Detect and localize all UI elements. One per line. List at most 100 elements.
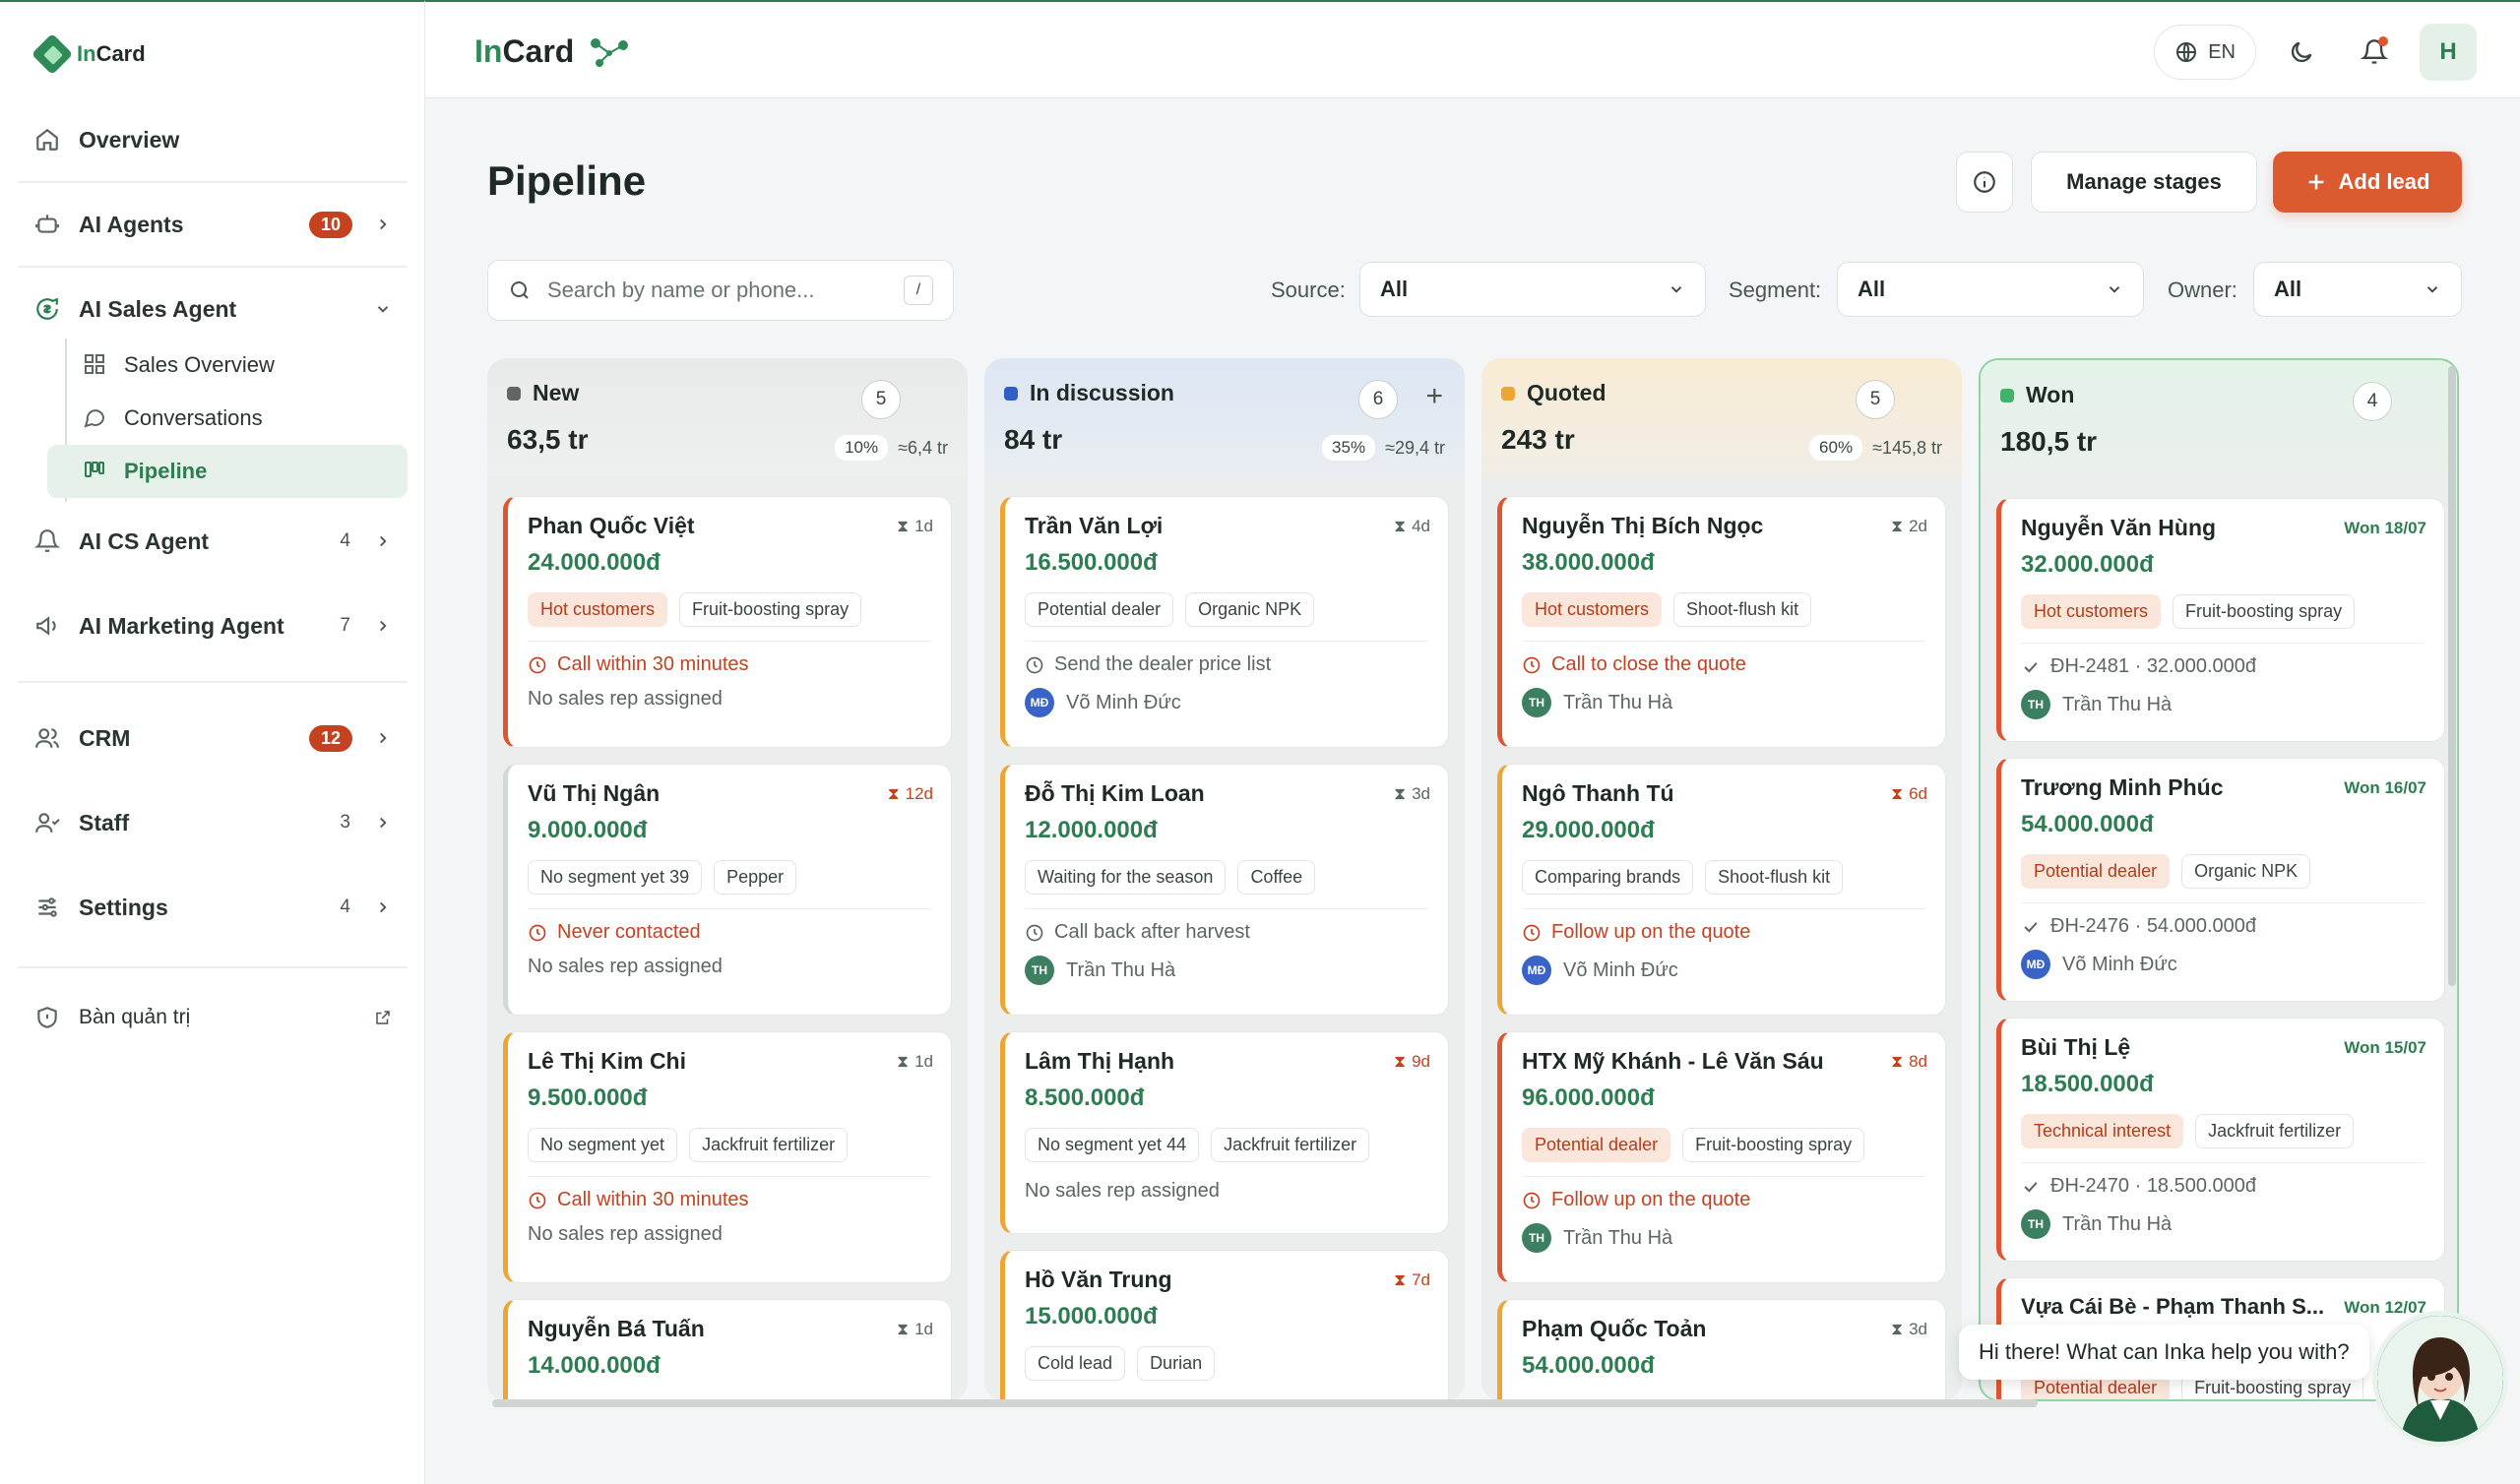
lead-tag: Hot customers [1522,592,1663,627]
lead-card[interactable]: Phan Quốc Việt ⧗ 1d 24.000.000đ Hot custo… [503,496,952,748]
won-card[interactable]: Bùi Thị Lệ Won 15/07 18.500.000đ Technic… [1996,1018,2445,1262]
board-scrollbar[interactable] [492,1399,2038,1407]
source-value: All [1380,277,1409,301]
segment-label: Segment: [1729,278,1822,302]
lead-amount: 18.500.000đ [2021,1071,2154,1097]
sidebar-item-sales-overview[interactable]: Sales Overview [18,339,408,392]
sidebar-item-overview[interactable]: Overview [18,110,408,169]
lead-card[interactable]: Hồ Văn Trung ⧗ 7d 15.000.000đ Cold lead Du… [1000,1250,1449,1401]
sidebar-item-label: AI Agents [79,211,184,237]
won-card[interactable]: Nguyễn Văn Hùng Won 18/07 32.000.000đ Ho… [1996,498,2445,742]
owner-avatar: TH [1025,956,1054,985]
column-title: Won [2026,382,2075,407]
lead-age: ⧗ 2d [1891,517,1927,536]
next-action: Call within 30 minutes [528,1189,931,1211]
search-input[interactable]: Search by name or phone... / [487,260,954,321]
language-button[interactable]: EN [2154,25,2256,80]
lead-amount: 54.000.000đ [2021,811,2154,837]
sidebar-item-conversations[interactable]: Conversations [18,392,408,445]
order-info: ĐH-2476 · 54.000.000đ [2021,915,2425,938]
brand-logo[interactable]: InCard [474,33,631,70]
sidebar-item-crm[interactable]: CRM 12 [18,709,408,768]
owner-avatar: MĐ [1522,956,1551,985]
owner-select[interactable]: All [2253,262,2462,317]
lead-card[interactable]: Lâm Thị Hạnh ⧗ 9d 8.500.000đ No segment y… [1000,1031,1449,1234]
sidebar-item-ai-marketing-agent[interactable]: AI Marketing Agent 7 [18,596,408,655]
lead-tag: Cold lead [1025,1346,1126,1381]
notifications-button[interactable] [2347,25,2402,80]
clock-icon [1523,656,1541,673]
lead-age-text: 1d [914,1052,933,1071]
owner-avatar: TH [2021,1209,2050,1239]
lead-card[interactable]: Nguyễn Thị Bích Ngọc ⧗ 2d 38.000.000đ Hot… [1497,496,1946,748]
sidebar-item-pipeline[interactable]: Pipeline [47,445,408,498]
assistant-avatar[interactable] [2372,1311,2508,1447]
user-avatar[interactable]: H [2420,24,2477,81]
lead-tag: No segment yet 39 [528,860,703,895]
owner-avatar: MĐ [1025,688,1054,717]
lead-card[interactable]: Đỗ Thị Kim Loan ⧗ 3d 12.000.000đ Waiting … [1000,764,1449,1016]
manage-stages-button[interactable]: Manage stages [2031,152,2257,213]
add-to-column-button[interactable]: + [1425,382,1443,411]
lead-card[interactable]: Phạm Quốc Toản ⧗ 3d 54.000.000đ [1497,1299,1946,1401]
lead-owner: No sales rep assigned [528,688,723,710]
sidebar-item-ai-sales-agent[interactable]: AI Sales Agent [18,279,408,339]
add-lead-button[interactable]: Add lead [2273,152,2462,213]
lead-tag: Shoot-flush kit [1705,860,1844,895]
lead-age-text: 6d [1909,784,1927,803]
lead-card[interactable]: HTX Mỹ Khánh - Lê Văn Sáu ⧗ 8d 96.000.000… [1497,1031,1946,1283]
sidebar-logo[interactable]: InCard [31,32,146,76]
lead-card[interactable]: Lê Thị Kim Chi ⧗ 1d 9.500.000đ No segment… [503,1031,952,1283]
next-action: Send the dealer price list [1025,653,1428,676]
lead-card[interactable]: Trần Văn Lợi ⧗ 4d 16.500.000đ Potential d… [1000,496,1449,748]
column-in-discussion: In discussion 6 + 84 tr 35% ≈29,4 tr Trần… [984,358,1465,1401]
ai-marketing-agent-count: 7 [340,615,350,636]
chevron-down-icon [1670,286,1682,293]
dark-mode-toggle[interactable] [2274,25,2329,80]
lead-amount: 9.500.000đ [528,1084,648,1111]
next-action: Follow up on the quote [1522,921,1925,944]
source-select[interactable]: All [1359,262,1706,317]
lead-age: ⧗ 9d [1394,1052,1430,1072]
order-text: ĐH-2470 · 18.500.000đ [2050,1175,2257,1197]
lead-card[interactable]: Nguyễn Bá Tuấn ⧗ 1d 14.000.000đ [503,1299,952,1401]
column-quoted: Quoted 5 243 tr 60% ≈145,8 tr Nguyễn Thị … [1481,358,1962,1401]
owner-label: Owner: [2168,278,2237,302]
owner-name: Trần Thu Hà [2062,1212,2173,1235]
lead-tag: Jackfruit fertilizer [2195,1114,2355,1148]
lead-age-text: 8d [1909,1052,1927,1071]
lead-tag: Coffee [1237,860,1316,895]
owner-name: Võ Minh Đức [1066,691,1181,713]
won-date: Won 15/07 [2344,1038,2426,1057]
column-header: Quoted 5 243 tr 60% ≈145,8 tr [1481,358,1962,476]
lead-tag: Shoot-flush kit [1673,592,1812,627]
segment-select[interactable]: All [1837,262,2144,317]
hourglass-icon: ⧗ [897,517,910,535]
won-card[interactable]: Trương Minh Phúc Won 16/07 54.000.000đ P… [1996,758,2445,1002]
column-scrollbar[interactable] [2448,366,2456,986]
sidebar-item-admin[interactable]: Bàn quản trị [18,988,408,1047]
lead-card[interactable]: Vũ Thị Ngân ⧗ 12d 9.000.000đ No segment y… [503,764,952,1016]
sidebar-item-ai-agents[interactable]: AI Agents 10 [18,195,408,254]
sidebar-item-label: Staff [79,809,130,835]
assistant-greeting[interactable]: Hi there! What can Inka help you with? [1959,1325,2369,1380]
won-date: Won 16/07 [2344,778,2426,797]
lead-owner: MĐ Võ Minh Đức [2021,950,2425,979]
column-probability: 10% [835,435,889,461]
sidebar-item-staff[interactable]: Staff 3 [18,793,408,852]
lead-age-text: 1d [914,517,933,535]
stage-dot [1004,386,1018,401]
lead-age: ⧗ 1d [897,1320,933,1339]
info-button[interactable] [1956,152,2013,213]
next-action-text: Follow up on the quote [1551,1189,1751,1210]
lead-owner: TH Trần Thu Hà [2021,690,2425,719]
next-action: Call back after harvest [1025,921,1428,944]
home-icon [33,126,61,154]
lead-age-text: 2d [1909,517,1927,535]
sidebar-item-ai-cs-agent[interactable]: AI CS Agent 4 [18,512,408,571]
column-title: Quoted [1527,380,1606,405]
hourglass-icon: ⧗ [897,1320,910,1338]
lead-card[interactable]: Ngô Thanh Tú ⧗ 6d 29.000.000đ Comparing b… [1497,764,1946,1016]
sidebar-item-settings[interactable]: Settings 4 [18,878,408,937]
